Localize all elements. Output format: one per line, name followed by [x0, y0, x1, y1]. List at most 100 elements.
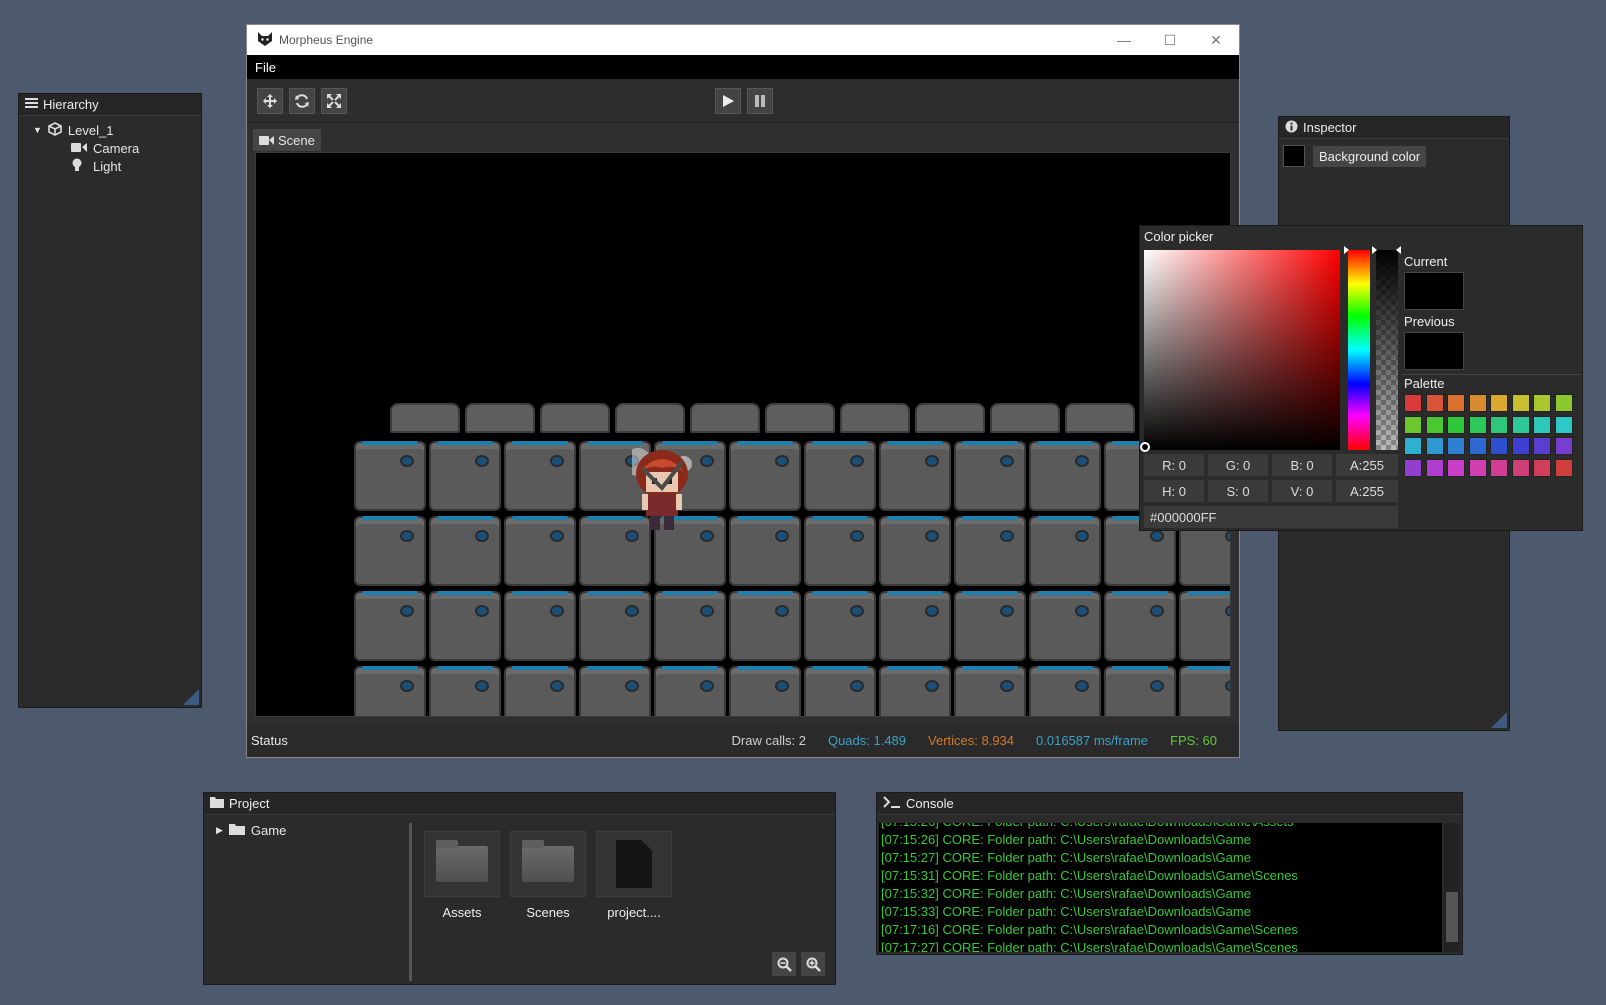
palette-swatch[interactable]	[1447, 394, 1465, 412]
background-color-button[interactable]: Background color	[1313, 145, 1427, 167]
palette-swatch[interactable]	[1533, 437, 1551, 455]
palette-swatch[interactable]	[1404, 394, 1422, 412]
value-field[interactable]: V: 0	[1272, 480, 1332, 502]
tree-item-camera[interactable]: Camera	[33, 139, 201, 157]
console-line: [07:17:27] CORE: Folder path: C:\Users\r…	[881, 940, 1298, 952]
sv-cursor[interactable]	[1140, 442, 1150, 452]
color-picker-popup: Color picker R: 0 G: 0 B: 0 A:255 H: 0 S…	[1139, 225, 1583, 531]
alpha-field-hsv[interactable]: A:255	[1336, 480, 1398, 502]
alpha-slider[interactable]	[1376, 250, 1398, 450]
scrollbar-thumb[interactable]	[1446, 892, 1458, 942]
play-icon	[723, 95, 734, 107]
tab-scene[interactable]: Scene	[253, 129, 321, 151]
project-title-bar[interactable]: Project	[204, 793, 835, 815]
background-color-swatch[interactable]	[1283, 145, 1305, 167]
window-titlebar[interactable]: Morpheus Engine — ☐ ✕	[247, 25, 1239, 55]
palette-swatch[interactable]	[1425, 415, 1444, 434]
palette-swatch[interactable]	[1404, 458, 1422, 477]
palette-swatch[interactable]	[1554, 458, 1573, 477]
player-sprite[interactable]	[624, 448, 692, 534]
palette-swatch[interactable]	[1554, 415, 1573, 434]
palette-swatch[interactable]	[1533, 394, 1551, 412]
palette-swatch[interactable]	[1447, 415, 1465, 434]
floor-tile	[429, 591, 501, 661]
wall-cap-tile	[765, 403, 835, 433]
alpha-marker-left[interactable]	[1372, 246, 1377, 254]
palette-swatch[interactable]	[1490, 394, 1508, 412]
floor-tile	[354, 591, 426, 661]
palette-swatch[interactable]	[1425, 458, 1444, 477]
blue-field[interactable]: B: 0	[1272, 454, 1332, 476]
alpha-field[interactable]: A:255	[1336, 454, 1398, 476]
wall-cap-tile	[465, 403, 535, 433]
floor-tile	[354, 666, 426, 716]
floor-tile	[429, 516, 501, 586]
hue-slider[interactable]	[1348, 250, 1370, 450]
project-tree-game[interactable]: ▶ Game	[216, 821, 286, 839]
minimize-button[interactable]: —	[1101, 25, 1147, 55]
splitter[interactable]	[409, 823, 412, 981]
camera-label: Camera	[93, 140, 140, 156]
console-output[interactable]: [07:15:26] CORE: Folder path: C:\Users\r…	[879, 823, 1442, 952]
previous-color-preview[interactable]	[1404, 332, 1464, 370]
palette-swatch[interactable]	[1404, 437, 1422, 455]
palette-swatch[interactable]	[1490, 458, 1508, 477]
alpha-marker-right[interactable]	[1396, 246, 1401, 254]
asset-project-file[interactable]: project....	[596, 831, 672, 920]
palette-swatch[interactable]	[1554, 394, 1573, 412]
hierarchy-title-bar[interactable]: Hierarchy	[19, 94, 201, 116]
inspector-title-bar[interactable]: Inspector	[1279, 117, 1509, 139]
palette-swatch[interactable]	[1511, 394, 1530, 412]
palette-swatch[interactable]	[1447, 437, 1465, 455]
play-button[interactable]	[715, 88, 741, 114]
palette-swatch[interactable]	[1511, 437, 1530, 455]
palette-swatch[interactable]	[1468, 437, 1487, 455]
expand-triangle-icon[interactable]: ▶	[216, 825, 223, 836]
palette-swatch[interactable]	[1554, 437, 1573, 455]
menu-file[interactable]: File	[255, 60, 276, 75]
red-field[interactable]: R: 0	[1144, 454, 1204, 476]
palette-swatch[interactable]	[1490, 437, 1508, 455]
palette-swatch[interactable]	[1404, 415, 1422, 434]
hue-marker[interactable]	[1344, 246, 1349, 254]
palette-swatch[interactable]	[1468, 394, 1487, 412]
previous-label: Previous	[1404, 314, 1455, 329]
hex-field[interactable]: #000000FF	[1144, 506, 1398, 528]
terminal-icon	[883, 796, 901, 811]
palette-swatch[interactable]	[1511, 458, 1530, 477]
saturation-value-square[interactable]	[1144, 250, 1340, 450]
console-scrollbar[interactable]	[1444, 823, 1460, 952]
resize-grip[interactable]	[1491, 712, 1507, 728]
maximize-button[interactable]: ☐	[1147, 25, 1193, 55]
palette-swatch[interactable]	[1511, 415, 1530, 434]
scene-viewport[interactable]	[255, 152, 1231, 717]
palette-swatch[interactable]	[1533, 458, 1551, 477]
floor-tile	[879, 591, 951, 661]
scale-tool-button[interactable]	[321, 87, 347, 114]
zoom-in-button[interactable]	[801, 952, 825, 976]
asset-scenes-folder[interactable]: Scenes	[510, 831, 586, 920]
hue-field[interactable]: H: 0	[1144, 480, 1204, 502]
saturation-field[interactable]: S: 0	[1208, 480, 1268, 502]
green-field[interactable]: G: 0	[1208, 454, 1268, 476]
floor-tile	[729, 516, 801, 586]
palette-swatch[interactable]	[1533, 415, 1551, 434]
palette-swatch[interactable]	[1468, 458, 1487, 477]
tree-item-light[interactable]: Light	[33, 157, 201, 175]
palette-swatch[interactable]	[1447, 458, 1465, 477]
resize-grip[interactable]	[183, 689, 199, 705]
zoom-out-button[interactable]	[772, 952, 796, 976]
palette-swatch[interactable]	[1490, 415, 1508, 434]
rotate-tool-button[interactable]	[289, 87, 315, 114]
move-tool-button[interactable]	[257, 87, 283, 114]
close-button[interactable]: ✕	[1193, 25, 1239, 55]
expand-triangle-icon[interactable]: ▼	[33, 125, 42, 135]
palette-swatch[interactable]	[1425, 394, 1444, 412]
palette-swatch[interactable]	[1425, 437, 1444, 455]
asset-assets-folder[interactable]: Assets	[424, 831, 500, 920]
console-title: Console	[906, 796, 954, 811]
palette-swatch[interactable]	[1468, 415, 1487, 434]
pause-button[interactable]	[747, 88, 773, 114]
console-title-bar[interactable]: Console	[877, 793, 1462, 815]
tree-item-level[interactable]: ▼ Level_1	[33, 121, 201, 139]
